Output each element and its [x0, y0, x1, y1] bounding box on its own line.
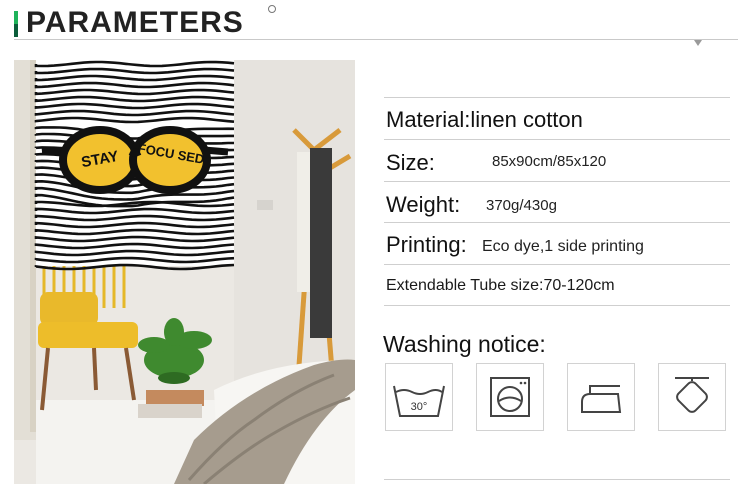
spec-row-material: Material:linen cotton: [386, 107, 583, 133]
spec-row-printing-value: Eco dye,1 side printing: [482, 238, 644, 256]
spec-value: Eco dye,1 side printing: [482, 238, 644, 255]
header-divider-marker: [694, 40, 702, 46]
spec-row-weight-value: 370g/430g: [486, 197, 557, 215]
header-accent-bars: [14, 11, 20, 37]
spec-row-printing: Printing:: [386, 232, 467, 258]
iron-icon: [567, 363, 635, 431]
spec-label: Size:: [386, 150, 435, 175]
page-title: PARAMETERS: [26, 6, 244, 39]
spec-row-size-value: 85x90cm/85x120: [492, 153, 606, 171]
header-divider: [14, 39, 738, 40]
wash-temperature-label: 30°: [411, 401, 428, 413]
spec-rule: [384, 305, 730, 306]
spec-row-size: Size:: [386, 150, 435, 176]
title-ornament-dot: [268, 5, 276, 13]
spec-row-tube: Extendable Tube size:70-120cm: [386, 277, 615, 295]
washing-notice-title: Washing notice:: [383, 331, 546, 357]
spec-value: linen cotton: [470, 107, 583, 132]
product-photo: STAY FOCU SED: [14, 60, 355, 484]
spec-label: Material:: [386, 107, 471, 132]
spec-label: Weight:: [386, 192, 461, 217]
spec-rule: [384, 181, 730, 182]
spec-rule: [384, 139, 730, 140]
spec-row-weight: Weight:: [386, 192, 460, 218]
spec-rule: [384, 97, 730, 98]
hang-dry-icon: [658, 363, 726, 431]
spec-value: 370g/430g: [486, 197, 557, 214]
spec-value: 85x90cm/85x120: [492, 153, 607, 170]
tumble-dry-icon: [476, 363, 544, 431]
bottom-divider: [384, 479, 730, 480]
spec-label: Printing:: [386, 232, 467, 257]
spec-value: 70-120cm: [543, 277, 615, 294]
spec-rule: [384, 264, 730, 265]
spec-rule: [384, 222, 730, 223]
wash-30-icon: 30°: [385, 363, 453, 431]
spec-label: Extendable Tube size:: [386, 277, 544, 294]
